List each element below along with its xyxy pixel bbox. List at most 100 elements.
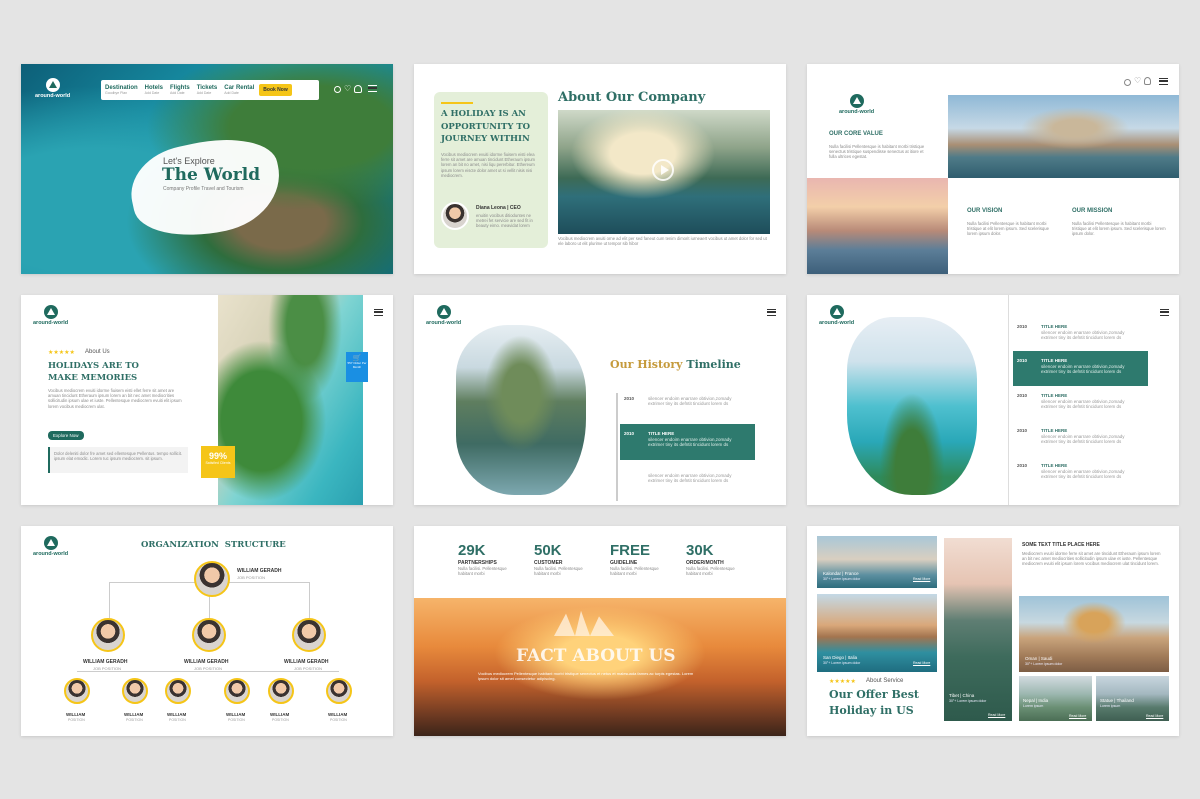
offer-link[interactable]: Read More [988,713,1005,717]
nav-sub: Add Date [196,91,212,95]
heart-icon[interactable]: ♡ [1134,76,1141,85]
offer-place: Nepal | India [1023,698,1049,703]
offer-link[interactable]: Read More [913,577,930,581]
timeline-title: TITLE HERE [1041,428,1068,433]
user-icon[interactable] [354,85,362,93]
timeline-item[interactable]: 2010 TITLE HERE silencer endoim enarrare… [1017,324,1157,346]
quote-heading: A HOLIDAY IS AN OPPORTUNITY TO JOURNEY W… [441,108,530,146]
timeline-desc: silencer endoim enarrare obtivion,zomady… [1041,399,1125,409]
offer-link[interactable]: Read More [1069,714,1086,718]
nav-item-car-rental[interactable]: Car Rental Add Date [224,85,254,95]
nav-sub: Add Date [224,91,239,95]
org-avatar-bottom[interactable] [64,678,90,704]
stat-block: 30K ORDER/MONTH Nulla facilisi. Pellente… [686,542,756,576]
offer-link[interactable]: Read More [1146,714,1163,718]
slide-organization[interactable]: around-world ORGANIZATION STRUCTURE WILL… [21,526,393,736]
nav-item-flights[interactable]: Flights Add Date [170,85,190,95]
about-body: Vocibus mediocrem evuiti idorme fiuisem … [441,152,536,178]
org-connector [77,671,339,672]
stat-value: 29K [458,542,486,559]
cover-title: The World [162,165,261,185]
offer-info: 30°+ Lorem ipsum dolor [949,699,987,703]
org-top-pos: JOB POSITION [237,575,266,580]
slide-offers[interactable]: Kalondar | France 30°+ Lorem ipsum dolor… [807,526,1179,736]
offer-place: Statue | Thailand [1100,698,1134,703]
timeline-item[interactable]: 2010 TITLE HERE silencer endoim enarrare… [1017,393,1157,415]
nav-item-tickets[interactable]: Tickets Add Date [197,85,218,95]
timeline-year: 2010 [624,396,635,401]
explore-now-button[interactable]: Explore Now [48,431,84,440]
brand-name: around-world [33,551,69,557]
slide-timeline-2[interactable]: around-world 2010 TITLE HERE silencer en… [807,295,1179,505]
org-avatar-bottom[interactable] [165,678,191,704]
timeline-item[interactable]: 2010 TITLE HERE silencer endoim enarrare… [624,431,754,457]
org-avatar-mid[interactable] [292,618,326,652]
offer-info: Lorem ipsum [1100,704,1121,708]
orders-badge-text: 557 Order Per Month [347,361,367,369]
org-connector [109,582,110,618]
offer-info: Lorem ipsum [1023,704,1044,708]
org-avatar-bottom[interactable] [326,678,352,704]
tropical-resort-photo [218,295,363,505]
nav-item-destination[interactable]: Destination Goodbye Plan [105,85,138,95]
org-avatar-bottom[interactable] [224,678,250,704]
menu-icon[interactable] [374,309,383,316]
timeline-item[interactable]: 2010 silencer endoim enarrare obtivion,z… [624,396,764,418]
org-title: ORGANIZATION STRUCTURE [141,540,286,550]
brand-logo[interactable]: around-world [33,305,68,326]
timeline-desc: silencer endoim enarrare obtivion,zomady… [648,473,732,483]
brand-logo[interactable]: around-world [839,94,874,115]
org-avatar-mid[interactable] [192,618,226,652]
menu-icon[interactable] [368,85,377,92]
org-avatar-bottom[interactable] [122,678,148,704]
menu-icon[interactable] [1160,309,1169,316]
offer-link[interactable]: Read More [913,661,930,665]
play-video-icon[interactable] [652,159,674,181]
org-mid-name: WILLIAM GERADH [284,659,329,665]
logo-mark-icon [45,78,60,92]
menu-icon[interactable] [767,309,776,316]
org-avatar-mid[interactable] [91,618,125,652]
offer-place: Kalondar | France [823,571,859,576]
offer-title: Our Offer Best Holiday in US [829,687,919,719]
menu-icon[interactable] [1159,78,1168,85]
nav-item-hotels[interactable]: Hotels Add Date [145,85,163,95]
quote-line: JOURNEY WITHIN [441,134,530,144]
brand-logo[interactable]: around-world [35,78,70,99]
side-text: Mediocrem evuiti idorme ferre sit amet a… [1022,551,1161,567]
brand-logo[interactable]: around-world [426,305,461,326]
timeline-title: TITLE HERE [1041,324,1068,329]
org-bottom-name: WILLIAM [167,712,187,717]
org-avatar-bottom[interactable] [268,678,294,704]
slide-about-company[interactable]: A HOLIDAY IS AN OPPORTUNITY TO JOURNEY W… [414,64,786,274]
timeline-item[interactable]: 2010 TITLE HERE silencer endoim enarrare… [1017,463,1157,485]
slide-history-timeline[interactable]: around-world Our History Timeline 2010 s… [414,295,786,505]
stat-text: Nulla facilisi. Pellentesque habitant mo… [534,566,583,577]
heart-icon[interactable]: ♡ [344,84,351,93]
timeline-item[interactable]: 2010 TITLE HERE silencer endoim enarrare… [1017,358,1147,382]
user-icon[interactable] [1144,77,1151,85]
slide-core-values[interactable]: around-world ♡ OUR CORE VALUE Nulla faci… [807,64,1179,274]
cover-subtitle: Company Profile Travel and Tourism [163,186,244,192]
timeline-title: TITLE HERE [1041,358,1068,363]
core-value-title: OUR CORE VALUE [829,131,883,137]
search-icon[interactable] [334,86,341,93]
org-avatar-top[interactable] [194,561,230,597]
mission-title: OUR MISSION [1072,208,1113,214]
brand-logo[interactable]: around-world [33,536,68,557]
timeline-item[interactable]: silencer endoim enarrare obtivion,zomady… [624,473,764,493]
search-icon[interactable] [1124,79,1131,86]
service-kicker: About Service [866,678,904,684]
timeline-item[interactable]: 2010 TITLE HERE silencer endoim enarrare… [1017,428,1157,450]
brand-logo[interactable]: around-world [819,305,854,326]
quote-line: OPPORTUNITY TO [441,121,531,132]
timeline-year: 2010 [1017,463,1028,468]
slide-about-us[interactable]: around-world ★★★★★ About Us HOLIDAYS ARE… [21,295,393,505]
slide-facts[interactable]: 29K PARTNERSHIPS Nulla facilisi. Pellent… [414,526,786,736]
book-now-button[interactable]: Book Now [259,84,292,96]
vision-title: OUR VISION [967,208,1003,214]
org-bottom-name: WILLIAM [66,712,86,717]
about-title-line: HOLIDAYS ARE TO [48,361,139,371]
slide-cover[interactable]: around-world Destination Goodbye Plan Hot… [21,64,393,274]
top-nav: Destination Goodbye Plan Hotels Add Date F… [101,80,319,100]
